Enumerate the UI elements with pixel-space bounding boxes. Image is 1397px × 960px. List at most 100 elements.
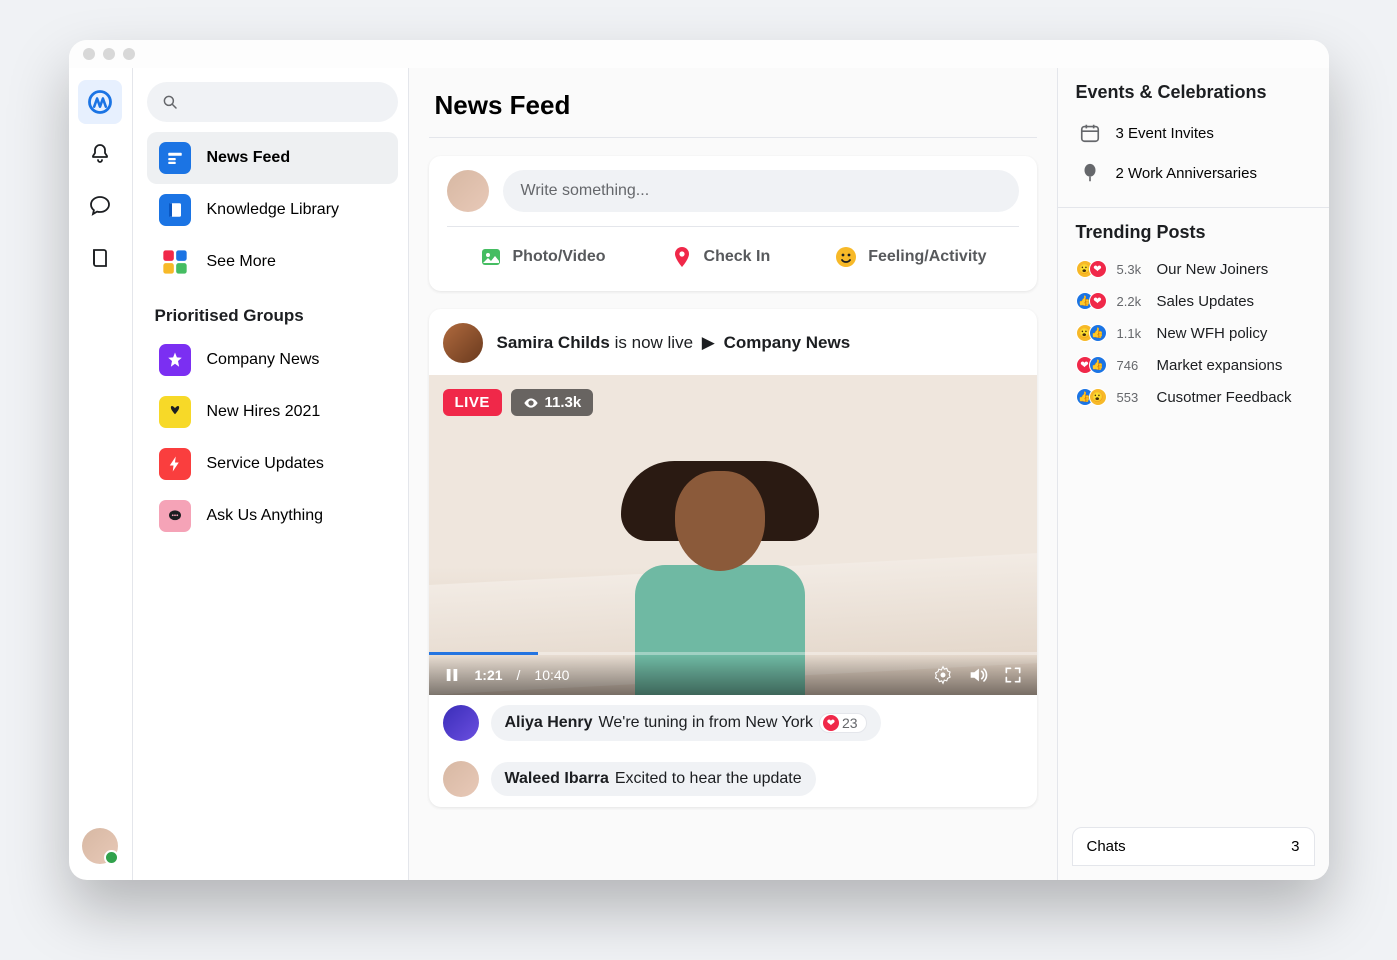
video-current-time: 1:21 — [475, 667, 503, 683]
composer-photo-video-button[interactable]: Photo/Video — [465, 237, 620, 277]
star-icon — [159, 344, 191, 376]
knowledge-library-icon — [159, 194, 191, 226]
sidebar-group-label: Ask Us Anything — [207, 507, 324, 525]
sidebar-item-label: News Feed — [207, 149, 291, 167]
app-window: News Feed Knowledge Library See More Pri… — [69, 40, 1329, 880]
chats-count: 3 — [1291, 838, 1299, 855]
pause-icon[interactable] — [443, 666, 461, 684]
live-video-player[interactable]: LIVE 11.3k 1:21 / 10:40 — [429, 375, 1037, 695]
trending-title: Our New Joiners — [1157, 261, 1269, 278]
post-target-group[interactable]: Company News — [724, 333, 851, 352]
live-badge: LIVE — [443, 389, 502, 416]
commenter-name: Waleed Ibarra — [505, 770, 609, 788]
traffic-light-zoom[interactable] — [123, 48, 135, 60]
post-header: Samira Childs is now live ▶ Company News — [429, 309, 1037, 375]
trending-count: 1.1k — [1117, 326, 1147, 341]
comment-bubble[interactable]: Aliya Henry We're tuning in from New Yor… — [491, 705, 881, 741]
trending-post-item[interactable]: 😮❤ 5.3k Our New Joiners — [1076, 253, 1311, 285]
reaction-stack-icon: 😮❤ — [1076, 260, 1107, 278]
live-comment: Waleed Ibarra Excited to hear the update — [429, 751, 1037, 807]
news-feed-icon — [159, 142, 191, 174]
trending-count: 746 — [1117, 358, 1147, 373]
composer-checkin-button[interactable]: Check In — [656, 237, 785, 277]
chats-dock-button[interactable]: Chats 3 — [1072, 827, 1315, 866]
sidebar-item-knowledge-library[interactable]: Knowledge Library — [147, 184, 398, 236]
window-titlebar — [69, 40, 1329, 68]
fullscreen-icon[interactable] — [1003, 665, 1023, 685]
sidebar: News Feed Knowledge Library See More Pri… — [133, 68, 409, 880]
trending-count: 553 — [1117, 390, 1147, 405]
chats-label: Chats — [1087, 838, 1126, 855]
trending-title: New WFH policy — [1157, 325, 1268, 342]
sidebar-group-new-hires[interactable]: New Hires 2021 — [147, 386, 398, 438]
traffic-light-minimize[interactable] — [103, 48, 115, 60]
trending-post-item[interactable]: 👍😮 553 Cusotmer Feedback — [1076, 381, 1311, 413]
composer-card: Write something... Photo/Video Check In — [429, 156, 1037, 291]
comment-text: Excited to hear the update — [615, 770, 802, 788]
comment-reaction-count[interactable]: ❤ 23 — [819, 713, 867, 733]
composer-action-label: Check In — [704, 248, 771, 266]
trending-section-title: Trending Posts — [1076, 222, 1311, 243]
photo-icon — [479, 245, 503, 269]
current-user-avatar[interactable] — [82, 828, 118, 864]
trending-count: 5.3k — [1117, 262, 1147, 277]
video-duration: 10:40 — [534, 667, 569, 683]
trending-title: Cusotmer Feedback — [1157, 389, 1292, 406]
balloon-icon — [1076, 159, 1104, 187]
sidebar-item-see-more[interactable]: See More — [147, 236, 398, 288]
book-icon — [88, 246, 112, 270]
post-author-name[interactable]: Samira Childs — [497, 333, 610, 352]
volume-icon[interactable] — [967, 664, 989, 686]
composer-action-label: Feeling/Activity — [868, 248, 986, 266]
viewer-count: 11.3k — [511, 389, 594, 416]
sidebar-group-ask-us-anything[interactable]: Ask Us Anything — [147, 490, 398, 542]
commenter-avatar[interactable] — [443, 761, 479, 797]
traffic-light-close[interactable] — [83, 48, 95, 60]
reaction-stack-icon: 👍😮 — [1076, 388, 1107, 406]
commenter-avatar[interactable] — [443, 705, 479, 741]
sidebar-group-label: New Hires 2021 — [207, 403, 321, 421]
eye-icon — [523, 395, 539, 411]
trending-post-item[interactable]: 😮👍 1.1k New WFH policy — [1076, 317, 1311, 349]
composer-input[interactable]: Write something... — [503, 170, 1019, 212]
work-anniversaries-item[interactable]: 2 Work Anniversaries — [1076, 153, 1311, 193]
sidebar-groups-title: Prioritised Groups — [155, 306, 390, 326]
page-title: News Feed — [429, 68, 1037, 137]
nav-notifications-button[interactable] — [78, 132, 122, 176]
calendar-icon — [1076, 119, 1104, 147]
sidebar-item-news-feed[interactable]: News Feed — [147, 132, 398, 184]
composer-avatar[interactable] — [447, 170, 489, 212]
nav-chat-button[interactable] — [78, 184, 122, 228]
right-column: Events & Celebrations 3 Event Invites 2 … — [1057, 68, 1329, 880]
post-author-avatar[interactable] — [443, 323, 483, 363]
news-feed: News Feed Write something... Photo/Video — [409, 68, 1057, 880]
nav-rail — [69, 68, 133, 880]
live-comment: Aliya Henry We're tuning in from New Yor… — [429, 695, 1037, 751]
chat-dots-icon — [159, 500, 191, 532]
see-more-icon — [159, 246, 191, 278]
trending-post-item[interactable]: 👍❤ 2.2k Sales Updates — [1076, 285, 1311, 317]
comment-bubble[interactable]: Waleed Ibarra Excited to hear the update — [491, 762, 816, 796]
composer-feeling-button[interactable]: Feeling/Activity — [820, 237, 1000, 277]
trending-title: Sales Updates — [1157, 293, 1255, 310]
sidebar-item-label: Knowledge Library — [207, 201, 340, 219]
sidebar-group-label: Company News — [207, 351, 320, 369]
events-item-label: 2 Work Anniversaries — [1116, 165, 1257, 182]
divider — [429, 137, 1037, 138]
sidebar-group-label: Service Updates — [207, 455, 324, 473]
sidebar-group-company-news[interactable]: Company News — [147, 334, 398, 386]
trending-title: Market expansions — [1157, 357, 1283, 374]
location-pin-icon — [670, 245, 694, 269]
nav-home-button[interactable] — [78, 80, 122, 124]
nav-library-button[interactable] — [78, 236, 122, 280]
gear-icon[interactable] — [933, 665, 953, 685]
search-input[interactable] — [147, 82, 398, 122]
video-controls: 1:21 / 10:40 — [429, 655, 1037, 695]
events-section-title: Events & Celebrations — [1076, 82, 1311, 103]
event-invites-item[interactable]: 3 Event Invites — [1076, 113, 1311, 153]
trending-post-item[interactable]: ❤👍 746 Market expansions — [1076, 349, 1311, 381]
reaction-stack-icon: ❤👍 — [1076, 356, 1107, 374]
sidebar-group-service-updates[interactable]: Service Updates — [147, 438, 398, 490]
live-post-card: Samira Childs is now live ▶ Company News… — [429, 309, 1037, 807]
commenter-name: Aliya Henry — [505, 714, 593, 732]
